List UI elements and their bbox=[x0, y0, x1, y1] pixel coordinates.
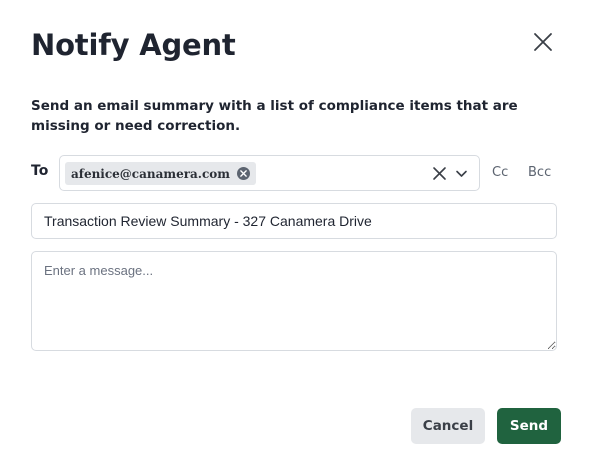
cc-button[interactable]: Cc bbox=[492, 165, 508, 180]
dialog-title: Notify Agent bbox=[31, 28, 236, 62]
to-recipients-field[interactable]: afenice@canamera.com bbox=[59, 155, 480, 191]
close-button[interactable] bbox=[530, 29, 556, 55]
clear-icon[interactable] bbox=[432, 166, 447, 181]
subject-input[interactable] bbox=[31, 203, 557, 239]
message-textarea[interactable] bbox=[31, 251, 557, 351]
notify-agent-dialog: Notify Agent Send an email summary with … bbox=[0, 0, 592, 465]
cancel-button[interactable]: Cancel bbox=[411, 408, 485, 444]
chevron-down-icon[interactable] bbox=[455, 167, 468, 180]
send-button[interactable]: Send bbox=[497, 408, 561, 444]
recipient-chip: afenice@canamera.com bbox=[65, 162, 256, 185]
close-icon bbox=[534, 33, 552, 51]
bcc-button[interactable]: Bcc bbox=[528, 165, 551, 180]
recipient-chip-label: afenice@canamera.com bbox=[71, 166, 230, 181]
to-label: To bbox=[31, 163, 49, 179]
dialog-description: Send an email summary with a list of com… bbox=[31, 98, 518, 134]
remove-circle-icon[interactable] bbox=[237, 167, 250, 180]
